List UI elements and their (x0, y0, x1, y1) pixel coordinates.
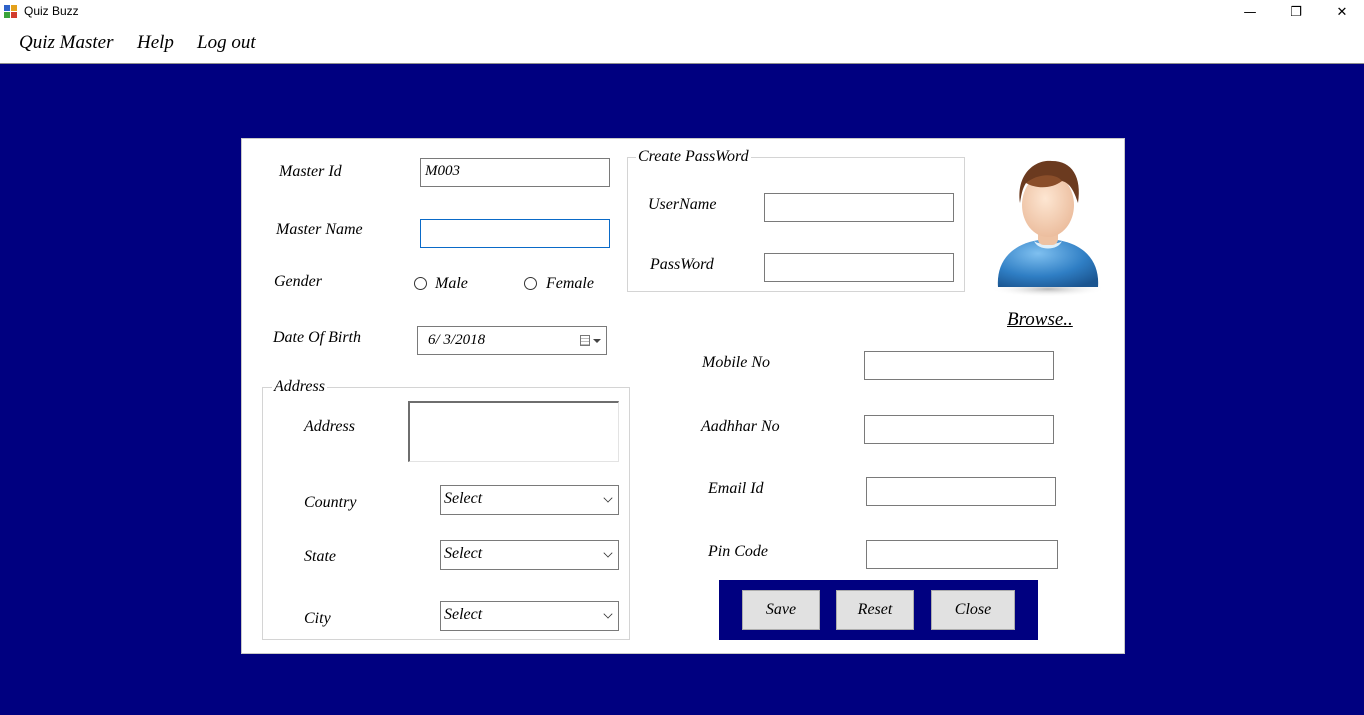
address-textarea[interactable] (408, 401, 619, 462)
password-input[interactable] (764, 253, 954, 282)
mobile-input[interactable] (864, 351, 1054, 380)
city-label: City (304, 610, 331, 627)
menu-quiz-master[interactable]: Quiz Master (19, 32, 113, 54)
dropdown-arrow-icon (593, 339, 601, 343)
chevron-down-icon (603, 548, 613, 558)
chevron-down-icon (603, 609, 613, 619)
username-input[interactable] (764, 193, 954, 222)
state-label: State (304, 548, 336, 565)
menu-bar: Quiz Master Help Log out (0, 26, 1364, 64)
chevron-down-icon (603, 493, 613, 503)
gender-label: Gender (274, 273, 322, 290)
email-label: Email Id (708, 480, 764, 497)
password-label: PassWord (650, 256, 714, 273)
gender-female-radio[interactable] (524, 277, 537, 290)
user-avatar-image[interactable] (986, 153, 1110, 299)
gender-male-radio[interactable] (414, 277, 427, 290)
restore-button[interactable]: ❐ (1273, 0, 1319, 24)
minimize-button[interactable]: — (1227, 0, 1273, 24)
window-title: Quiz Buzz (24, 4, 79, 18)
menu-log-out[interactable]: Log out (197, 32, 256, 54)
gender-female-label[interactable]: Female (546, 275, 594, 293)
aadhaar-label: Aadhhar No (701, 418, 780, 435)
reset-button[interactable]: Reset (836, 590, 914, 630)
address-group-legend: Address (272, 378, 327, 396)
country-select-value: Select (444, 490, 483, 507)
mobile-label: Mobile No (702, 354, 770, 371)
master-id-label: Master Id (279, 163, 342, 180)
state-select-value: Select (444, 545, 483, 562)
save-button[interactable]: Save (742, 590, 820, 630)
create-password-legend: Create PassWord (636, 148, 751, 166)
browse-link[interactable]: Browse.. (1007, 309, 1073, 331)
aadhaar-input[interactable] (864, 415, 1054, 444)
country-select[interactable]: Select (440, 485, 619, 515)
master-id-input[interactable]: M003 (420, 158, 610, 187)
master-name-input[interactable] (420, 219, 610, 248)
country-label: Country (304, 494, 357, 511)
dob-label: Date Of Birth (273, 329, 361, 346)
master-form-panel: Master Id M003 Master Name Gender Male F… (241, 138, 1125, 654)
pincode-input[interactable] (866, 540, 1058, 569)
username-label: UserName (648, 196, 717, 213)
gender-male-label[interactable]: Male (435, 275, 468, 293)
pincode-label: Pin Code (708, 543, 768, 560)
calendar-icon (580, 335, 590, 346)
dob-date-picker[interactable]: 6/ 3/2018 (417, 326, 607, 355)
title-bar: Quiz Buzz — ❐ ✕ (0, 0, 1364, 26)
close-button[interactable]: Close (931, 590, 1015, 630)
city-select-value: Select (444, 606, 483, 623)
master-name-label: Master Name (276, 221, 363, 238)
city-select[interactable]: Select (440, 601, 619, 631)
address-label: Address (304, 418, 355, 435)
dob-value: 6/ 3/2018 (428, 332, 486, 348)
close-window-button[interactable]: ✕ (1319, 0, 1364, 24)
menu-help[interactable]: Help (137, 32, 174, 54)
state-select[interactable]: Select (440, 540, 619, 570)
app-icon (4, 5, 18, 19)
button-bar: Save Reset Close (719, 580, 1038, 640)
email-input[interactable] (866, 477, 1056, 506)
